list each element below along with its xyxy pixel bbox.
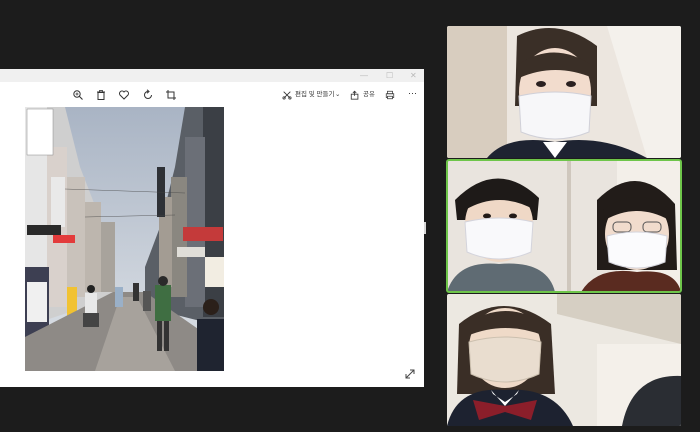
participant-tile-top[interactable] xyxy=(447,26,681,158)
street-photo xyxy=(25,107,224,371)
title-bar: — ☐ ✕ xyxy=(0,69,424,82)
printer-icon[interactable] xyxy=(385,90,395,100)
ellipsis-icon[interactable]: ⋯ xyxy=(408,88,417,98)
rotate-icon[interactable] xyxy=(142,89,154,101)
participant-video-top xyxy=(447,26,681,158)
participant-tile-bottom[interactable] xyxy=(447,294,681,426)
expand-icon[interactable] xyxy=(404,368,416,380)
window-resize-handle[interactable] xyxy=(424,222,426,234)
crop-icon[interactable] xyxy=(165,89,177,101)
participant-video-bottom xyxy=(447,294,681,426)
edit-create-icon[interactable] xyxy=(282,90,292,100)
minimize-icon[interactable]: — xyxy=(360,70,368,81)
chevron-down-icon[interactable]: ⌄ xyxy=(335,90,340,100)
maximize-icon[interactable]: ☐ xyxy=(386,70,393,81)
heart-icon[interactable] xyxy=(118,89,130,101)
edit-create-button[interactable]: 편집 및 만들기 xyxy=(295,90,335,100)
participant-tile-middle[interactable] xyxy=(446,159,682,293)
share-button[interactable]: 공유 xyxy=(363,90,375,100)
participant-video-middle xyxy=(447,160,681,292)
close-icon[interactable]: ✕ xyxy=(410,70,417,81)
photo-viewer-window: — ☐ ✕ 편집 및 만들기 ⌄ 공유 ⋯ xyxy=(0,69,424,387)
magnifier-icon[interactable] xyxy=(72,89,84,101)
toolbar: 편집 및 만들기 ⌄ 공유 ⋯ xyxy=(0,82,424,108)
share-icon[interactable] xyxy=(350,90,360,100)
trash-icon[interactable] xyxy=(95,89,107,101)
